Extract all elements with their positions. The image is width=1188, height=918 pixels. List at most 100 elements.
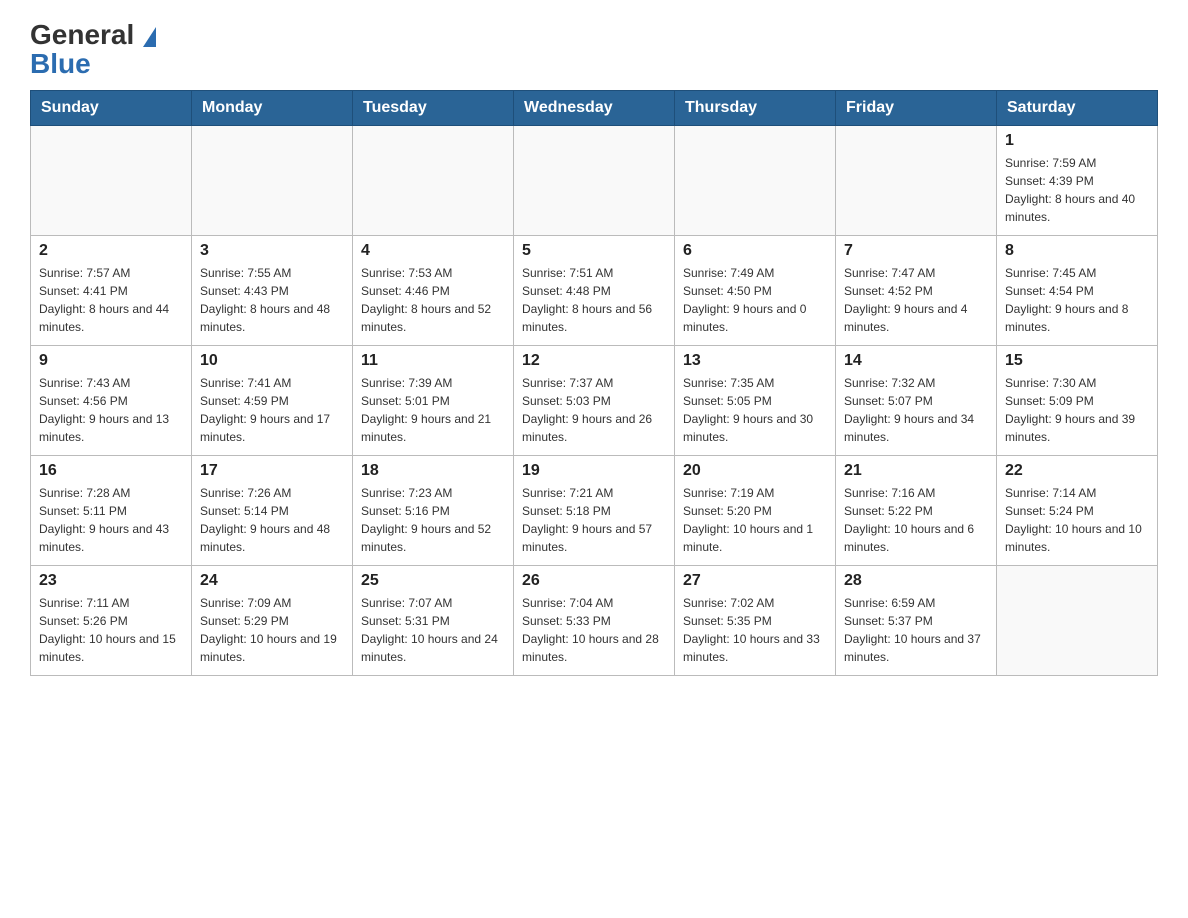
calendar-cell: 14 Sunrise: 7:32 AMSunset: 5:07 PMDayligh… — [836, 345, 997, 455]
day-info: Sunrise: 7:11 AMSunset: 5:26 PMDaylight:… — [39, 594, 183, 666]
logo-general: General — [30, 20, 156, 51]
day-of-week-header: Monday — [192, 90, 353, 125]
calendar-cell: 2 Sunrise: 7:57 AMSunset: 4:41 PMDaylight… — [31, 235, 192, 345]
day-of-week-header: Tuesday — [353, 90, 514, 125]
calendar-cell — [836, 125, 997, 235]
logo-blue: Blue — [30, 49, 156, 80]
page-header: General Blue — [30, 20, 1158, 80]
day-info: Sunrise: 7:19 AMSunset: 5:20 PMDaylight:… — [683, 484, 827, 556]
calendar-cell: 12 Sunrise: 7:37 AMSunset: 5:03 PMDayligh… — [514, 345, 675, 455]
day-info: Sunrise: 7:07 AMSunset: 5:31 PMDaylight:… — [361, 594, 505, 666]
calendar-cell: 5 Sunrise: 7:51 AMSunset: 4:48 PMDaylight… — [514, 235, 675, 345]
day-number: 14 — [844, 352, 988, 370]
day-info: Sunrise: 7:14 AMSunset: 5:24 PMDaylight:… — [1005, 484, 1149, 556]
day-number: 22 — [1005, 462, 1149, 480]
day-info: Sunrise: 7:32 AMSunset: 5:07 PMDaylight:… — [844, 374, 988, 446]
day-info: Sunrise: 7:53 AMSunset: 4:46 PMDaylight:… — [361, 264, 505, 336]
day-number: 25 — [361, 572, 505, 590]
day-number: 7 — [844, 242, 988, 260]
calendar-cell: 17Sunrise: 7:26 AMSunset: 5:14 PMDayligh… — [192, 455, 353, 565]
calendar-cell: 13 Sunrise: 7:35 AMSunset: 5:05 PMDayligh… — [675, 345, 836, 455]
calendar-cell: 15Sunrise: 7:30 AMSunset: 5:09 PMDayligh… — [997, 345, 1158, 455]
day-info: Sunrise: 7:47 AMSunset: 4:52 PMDaylight:… — [844, 264, 988, 336]
day-info: Sunrise: 7:16 AMSunset: 5:22 PMDaylight:… — [844, 484, 988, 556]
day-info: Sunrise: 7:02 AMSunset: 5:35 PMDaylight:… — [683, 594, 827, 666]
day-info: Sunrise: 7:43 AMSunset: 4:56 PMDaylight:… — [39, 374, 183, 446]
day-info: Sunrise: 7:23 AMSunset: 5:16 PMDaylight:… — [361, 484, 505, 556]
calendar-cell: 1 Sunrise: 7:59 AMSunset: 4:39 PMDaylight… — [997, 125, 1158, 235]
calendar-cell: 11 Sunrise: 7:39 AMSunset: 5:01 PMDayligh… — [353, 345, 514, 455]
day-number: 26 — [522, 572, 666, 590]
calendar-cell — [353, 125, 514, 235]
calendar-cell — [997, 565, 1158, 675]
day-number: 19 — [522, 462, 666, 480]
calendar-cell: 6 Sunrise: 7:49 AMSunset: 4:50 PMDaylight… — [675, 235, 836, 345]
day-number: 6 — [683, 242, 827, 260]
day-number: 3 — [200, 242, 344, 260]
day-info: Sunrise: 7:39 AMSunset: 5:01 PMDaylight:… — [361, 374, 505, 446]
calendar-week-row: 1 Sunrise: 7:59 AMSunset: 4:39 PMDaylight… — [31, 125, 1158, 235]
day-number: 28 — [844, 572, 988, 590]
calendar-cell: 8Sunrise: 7:45 AMSunset: 4:54 PMDaylight… — [997, 235, 1158, 345]
day-number: 9 — [39, 352, 183, 370]
day-number: 16 — [39, 462, 183, 480]
calendar-cell: 28 Sunrise: 6:59 AMSunset: 5:37 PMDayligh… — [836, 565, 997, 675]
day-info: Sunrise: 7:51 AMSunset: 4:48 PMDaylight:… — [522, 264, 666, 336]
calendar-cell — [675, 125, 836, 235]
calendar-cell: 19 Sunrise: 7:21 AMSunset: 5:18 PMDayligh… — [514, 455, 675, 565]
day-info: Sunrise: 7:37 AMSunset: 5:03 PMDaylight:… — [522, 374, 666, 446]
calendar-table: SundayMondayTuesdayWednesdayThursdayFrid… — [30, 90, 1158, 676]
day-number: 20 — [683, 462, 827, 480]
day-number: 23 — [39, 572, 183, 590]
day-number: 21 — [844, 462, 988, 480]
day-number: 2 — [39, 242, 183, 260]
day-number: 15 — [1005, 352, 1149, 370]
days-header-row: SundayMondayTuesdayWednesdayThursdayFrid… — [31, 90, 1158, 125]
day-info: Sunrise: 7:49 AMSunset: 4:50 PMDaylight:… — [683, 264, 827, 336]
day-info: Sunrise: 7:04 AMSunset: 5:33 PMDaylight:… — [522, 594, 666, 666]
day-info: Sunrise: 7:55 AMSunset: 4:43 PMDaylight:… — [200, 264, 344, 336]
calendar-cell: 26 Sunrise: 7:04 AMSunset: 5:33 PMDayligh… — [514, 565, 675, 675]
day-of-week-header: Saturday — [997, 90, 1158, 125]
calendar-cell: 27 Sunrise: 7:02 AMSunset: 5:35 PMDayligh… — [675, 565, 836, 675]
calendar-cell: 24Sunrise: 7:09 AMSunset: 5:29 PMDayligh… — [192, 565, 353, 675]
day-info: Sunrise: 7:57 AMSunset: 4:41 PMDaylight:… — [39, 264, 183, 336]
day-number: 12 — [522, 352, 666, 370]
logo: General Blue — [30, 20, 156, 80]
calendar-cell: 16 Sunrise: 7:28 AMSunset: 5:11 PMDayligh… — [31, 455, 192, 565]
day-info: Sunrise: 7:21 AMSunset: 5:18 PMDaylight:… — [522, 484, 666, 556]
day-info: Sunrise: 7:28 AMSunset: 5:11 PMDaylight:… — [39, 484, 183, 556]
day-info: Sunrise: 7:09 AMSunset: 5:29 PMDaylight:… — [200, 594, 344, 666]
calendar-cell: 9 Sunrise: 7:43 AMSunset: 4:56 PMDaylight… — [31, 345, 192, 455]
calendar-cell: 25 Sunrise: 7:07 AMSunset: 5:31 PMDayligh… — [353, 565, 514, 675]
calendar-cell — [192, 125, 353, 235]
calendar-cell: 22 Sunrise: 7:14 AMSunset: 5:24 PMDayligh… — [997, 455, 1158, 565]
calendar-cell: 20 Sunrise: 7:19 AMSunset: 5:20 PMDayligh… — [675, 455, 836, 565]
day-info: Sunrise: 7:45 AMSunset: 4:54 PMDaylight:… — [1005, 264, 1149, 336]
day-number: 11 — [361, 352, 505, 370]
day-number: 5 — [522, 242, 666, 260]
calendar-week-row: 16 Sunrise: 7:28 AMSunset: 5:11 PMDayligh… — [31, 455, 1158, 565]
day-number: 1 — [1005, 132, 1149, 150]
day-info: Sunrise: 6:59 AMSunset: 5:37 PMDaylight:… — [844, 594, 988, 666]
calendar-cell: 3 Sunrise: 7:55 AMSunset: 4:43 PMDaylight… — [192, 235, 353, 345]
day-info: Sunrise: 7:59 AMSunset: 4:39 PMDaylight:… — [1005, 154, 1149, 226]
day-info: Sunrise: 7:35 AMSunset: 5:05 PMDaylight:… — [683, 374, 827, 446]
day-number: 4 — [361, 242, 505, 260]
day-of-week-header: Friday — [836, 90, 997, 125]
calendar-week-row: 9 Sunrise: 7:43 AMSunset: 4:56 PMDaylight… — [31, 345, 1158, 455]
day-number: 18 — [361, 462, 505, 480]
calendar-cell — [514, 125, 675, 235]
calendar-cell — [31, 125, 192, 235]
day-info: Sunrise: 7:41 AMSunset: 4:59 PMDaylight:… — [200, 374, 344, 446]
day-number: 13 — [683, 352, 827, 370]
calendar-cell: 18 Sunrise: 7:23 AMSunset: 5:16 PMDayligh… — [353, 455, 514, 565]
calendar-cell: 10 Sunrise: 7:41 AMSunset: 4:59 PMDayligh… — [192, 345, 353, 455]
calendar-week-row: 2 Sunrise: 7:57 AMSunset: 4:41 PMDaylight… — [31, 235, 1158, 345]
calendar-cell: 7 Sunrise: 7:47 AMSunset: 4:52 PMDaylight… — [836, 235, 997, 345]
day-number: 10 — [200, 352, 344, 370]
calendar-cell: 4 Sunrise: 7:53 AMSunset: 4:46 PMDaylight… — [353, 235, 514, 345]
day-number: 17 — [200, 462, 344, 480]
day-number: 27 — [683, 572, 827, 590]
calendar-week-row: 23 Sunrise: 7:11 AMSunset: 5:26 PMDayligh… — [31, 565, 1158, 675]
